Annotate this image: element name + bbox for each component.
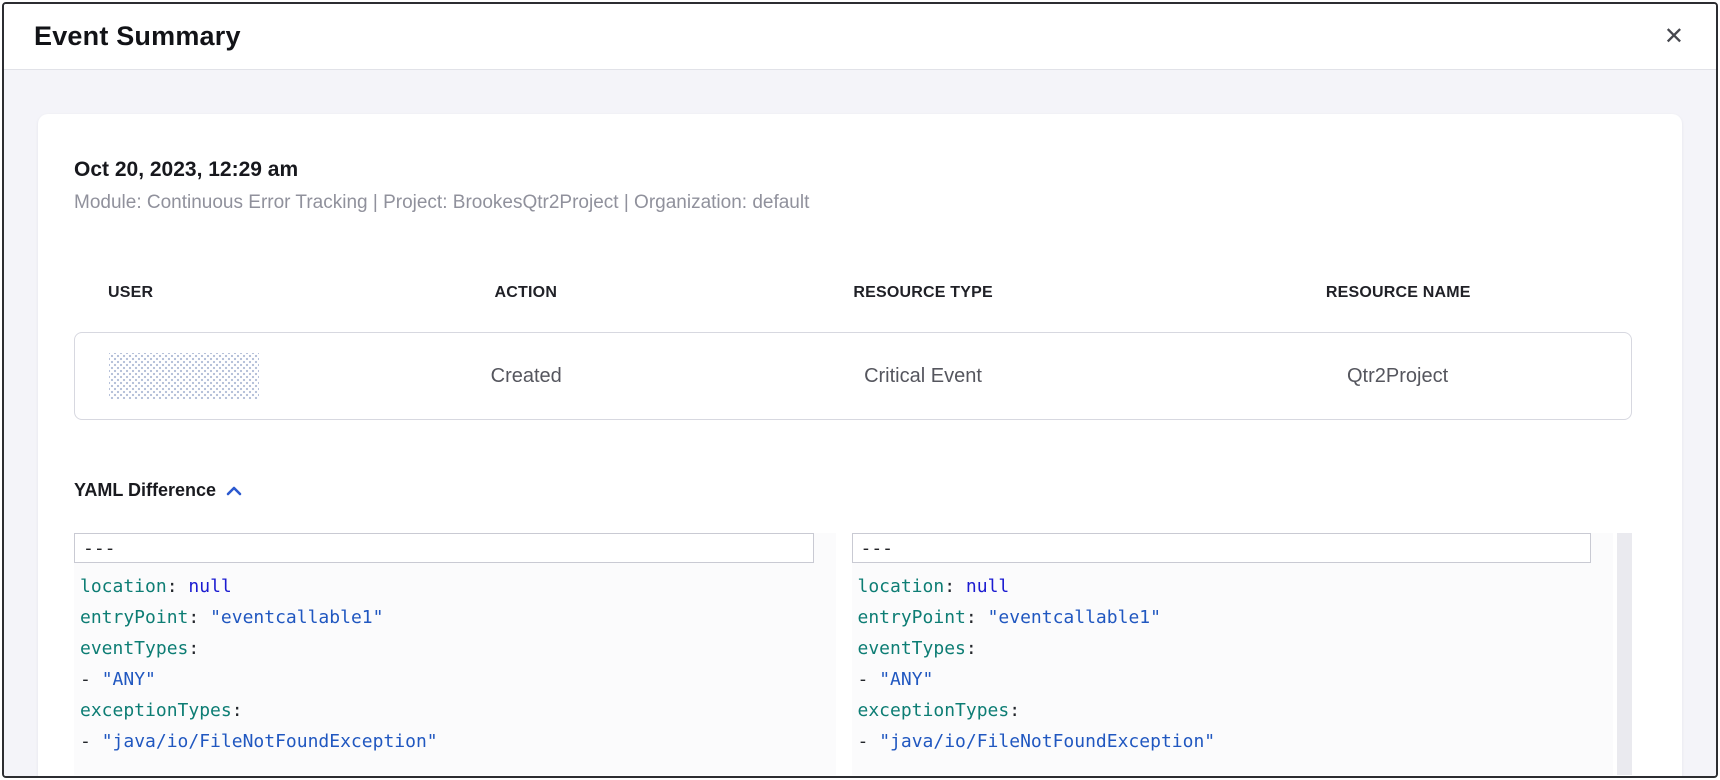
diff-scrollbar[interactable] [1617,533,1632,775]
yaml-code-right: location: nullentryPoint: "eventcallable… [852,563,1614,757]
event-summary-modal: Event Summary ✕ Oct 20, 2023, 12:29 am M… [2,2,1718,778]
modal-header: Event Summary ✕ [4,4,1716,70]
close-icon: ✕ [1664,23,1684,50]
event-card: Oct 20, 2023, 12:29 am Module: Continuou… [38,114,1682,778]
redacted-user-avatar [109,353,259,399]
table-row: Created Critical Event Qtr2Project [74,332,1632,420]
chevron-up-icon [226,486,242,496]
page-title: Event Summary [34,21,241,52]
close-button[interactable]: ✕ [1662,21,1686,53]
yaml-document-start-left: --- [74,533,814,563]
action-cell: Created [371,365,682,388]
yaml-difference-label: YAML Difference [74,480,216,501]
column-header-action: ACTION [370,284,682,302]
yaml-diff-pane-right: --- location: nullentryPoint: "eventcall… [852,533,1614,775]
yaml-diff-pane-left: --- location: nullentryPoint: "eventcall… [74,533,836,775]
column-header-user: USER [74,284,370,302]
user-cell [75,353,371,399]
column-header-resource-name: RESOURCE NAME [1165,284,1632,302]
modal-body: Oct 20, 2023, 12:29 am Module: Continuou… [4,70,1716,776]
yaml-difference-toggle[interactable]: YAML Difference [74,480,242,501]
yaml-document-start-right: --- [852,533,1592,563]
resource-type-cell: Critical Event [682,365,1164,388]
yaml-diff-panels: --- location: nullentryPoint: "eventcall… [74,533,1632,775]
event-meta: Module: Continuous Error Tracking | Proj… [74,192,1632,214]
resource-name-cell: Qtr2Project [1164,365,1631,388]
column-header-resource-type: RESOURCE TYPE [682,284,1165,302]
event-timestamp: Oct 20, 2023, 12:29 am [74,158,1632,182]
table-header-row: USER ACTION RESOURCE TYPE RESOURCE NAME [74,284,1632,302]
yaml-code-left: location: nullentryPoint: "eventcallable… [74,563,836,757]
